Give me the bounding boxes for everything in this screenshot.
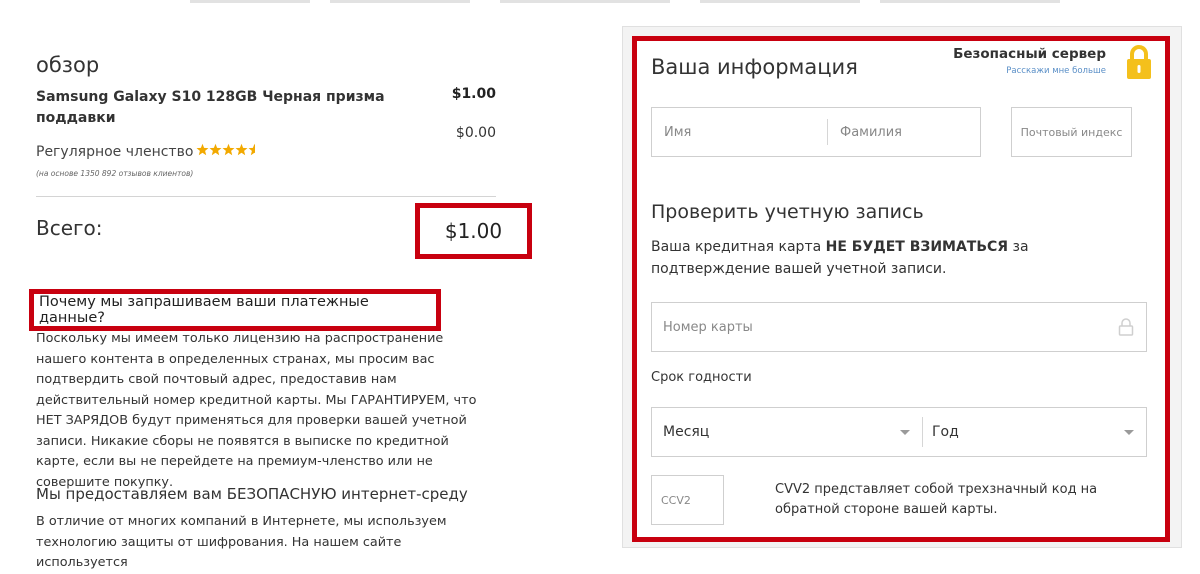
- top-nav-bar: [500, 0, 670, 3]
- padlock-icon: [1124, 44, 1154, 80]
- first-name-placeholder: Имя: [664, 124, 692, 140]
- top-nav-bar: [700, 0, 860, 3]
- cvv-placeholder: CCV2: [661, 493, 691, 507]
- verify-account-text: Ваша кредитная карта НЕ БУДЕТ ВЗИМАТЬСЯ …: [651, 236, 1141, 280]
- secondary-price: $0.00: [455, 125, 496, 141]
- card-number-placeholder: Номер карты: [663, 319, 753, 335]
- why-body: Поскольку мы имеем только лицензию на ра…: [36, 331, 477, 490]
- total-label: Всего:: [36, 216, 103, 240]
- top-nav-bar: [880, 0, 1060, 3]
- secure-env-body: В отличие от многих компаний в Интернете…: [36, 514, 447, 570]
- rating-stars: [196, 143, 262, 161]
- verify-text-bold: НЕ БУДЕТ ВЗИМАТЬСЯ: [825, 239, 1009, 255]
- year-value: Год: [932, 424, 959, 440]
- membership-row: Регулярное членство: [36, 143, 262, 161]
- month-select[interactable]: Месяц: [652, 417, 923, 447]
- expiry-label: Срок годности: [651, 370, 752, 385]
- verify-account-title: Проверить учетную запись: [651, 201, 924, 223]
- top-nav-bar: [190, 0, 310, 3]
- total-value-highlight: $1.00: [415, 203, 532, 259]
- zip-code-placeholder: Почтовый индекс: [1020, 125, 1123, 139]
- form-title: Ваша информация: [651, 55, 858, 79]
- summary-title: обзор: [36, 53, 100, 77]
- verify-text-part1: Ваша кредитная карта: [651, 239, 826, 255]
- summary-divider: [36, 196, 496, 197]
- reviews-note: (на основе 1350 892 отзывов клиентов): [36, 169, 194, 178]
- secure-server-label: Безопасный сервер: [953, 46, 1106, 62]
- top-nav-bar: [330, 0, 470, 3]
- year-select[interactable]: Год: [923, 417, 1146, 447]
- name-input-group: Имя Фамилия: [651, 107, 981, 157]
- chevron-down-icon: [1124, 429, 1134, 435]
- total-value: $1.00: [444, 219, 503, 243]
- cvv-help-text: CVV2 представляет собой трехзначный код …: [775, 482, 1098, 517]
- first-name-input[interactable]: Имя: [652, 119, 828, 145]
- star-rating-icon: [196, 143, 256, 156]
- zip-code-input[interactable]: Почтовый индекс: [1011, 107, 1132, 157]
- lock-icon: [1118, 318, 1134, 336]
- secure-env-heading: Мы предоставляем вам БЕЗОПАСНУЮ интернет…: [36, 485, 468, 503]
- expiry-select-group: Месяц Год: [651, 407, 1147, 457]
- tell-me-more-link[interactable]: Расскажи мне больше: [906, 66, 1106, 76]
- product-name: Samsung Galaxy S10 128GB Черная призма п…: [36, 89, 385, 126]
- membership-label: Регулярное членство: [36, 144, 194, 160]
- card-number-input[interactable]: Номер карты: [651, 302, 1147, 352]
- why-heading: Почему мы запрашиваем ваши платежные дан…: [39, 294, 369, 326]
- cvv-input[interactable]: CCV2: [651, 475, 724, 525]
- last-name-input[interactable]: Фамилия: [828, 119, 902, 145]
- product-price: $1.00: [451, 86, 496, 102]
- last-name-placeholder: Фамилия: [840, 124, 902, 140]
- chevron-down-icon: [900, 429, 910, 435]
- why-heading-highlight: Почему мы запрашиваем ваши платежные дан…: [29, 289, 441, 331]
- month-value: Месяц: [663, 424, 710, 440]
